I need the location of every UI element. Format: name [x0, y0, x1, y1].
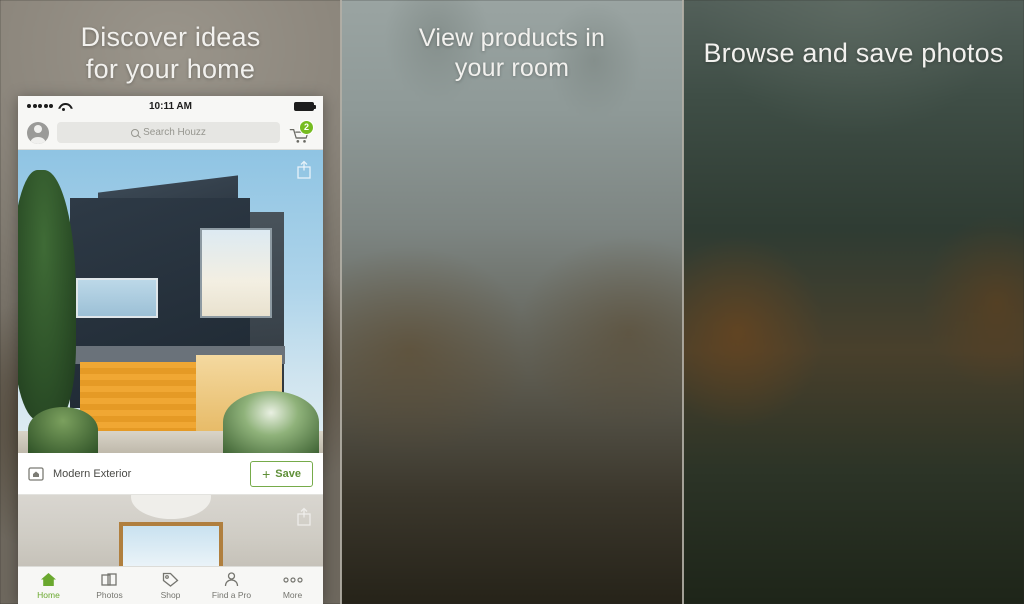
- search-placeholder: Search Houzz: [143, 127, 206, 138]
- panel2-headline: View products in your room: [341, 24, 683, 83]
- panel2-headline-line2: your room: [454, 53, 570, 82]
- search-icon: [131, 128, 140, 137]
- person-icon: [223, 572, 240, 588]
- next-photo-peek[interactable]: [18, 495, 323, 566]
- tab-photos-label: Photos: [96, 589, 123, 600]
- tag-icon: [162, 572, 179, 588]
- shrub-left: [28, 407, 98, 453]
- share-icon[interactable]: [296, 507, 312, 526]
- plus-icon: +: [262, 465, 271, 482]
- tab-shop-label: Shop: [160, 589, 181, 600]
- cart-button-1[interactable]: 2: [288, 119, 314, 145]
- shrub-right: [223, 391, 319, 453]
- panel1-headline-line1: Discover ideas: [80, 22, 261, 52]
- tab-more[interactable]: More: [262, 572, 323, 600]
- phone-mockup-1: 10:11 AM Search Houzz 2 Modern Exterior …: [18, 96, 323, 604]
- tab-shop[interactable]: Shop: [140, 572, 201, 600]
- battery-icon: [294, 101, 316, 111]
- panel1-headline-line2: for your home: [85, 53, 256, 84]
- promo-panel-discover: Discover ideas for your home 10:11 AM Se…: [0, 0, 341, 604]
- user-avatar-icon[interactable]: [27, 121, 49, 144]
- panel3-headline: Browse and save photos: [683, 38, 1024, 70]
- app-navbar-1: Search Houzz 2: [18, 116, 323, 150]
- photos-icon: [101, 572, 118, 588]
- screenshot-triptych: Discover ideas for your home 10:11 AM Se…: [0, 0, 1024, 604]
- panel1-headline: Discover ideas for your home: [0, 22, 341, 86]
- save-button[interactable]: + Save: [250, 460, 313, 487]
- panel3-headline-text: Browse and save photos: [703, 38, 1004, 68]
- peek-window: [118, 522, 223, 566]
- photo-caption-bar: Modern Exterior + Save: [18, 453, 323, 495]
- panel-divider-2: [682, 0, 684, 604]
- tab-bar-1: Home Photos Shop Find a Pro More: [18, 566, 323, 604]
- save-button-label: Save: [275, 467, 301, 480]
- tab-photos[interactable]: Photos: [79, 572, 140, 600]
- tab-home[interactable]: Home: [18, 572, 79, 600]
- search-input[interactable]: Search Houzz: [57, 122, 280, 143]
- hero-photo-modern-exterior[interactable]: [18, 150, 323, 453]
- house-window-lit: [200, 228, 272, 318]
- promo-panel-browse-photos: Browse and save photos 10:11 AM Search H…: [683, 0, 1024, 604]
- status-bar-1: 10:11 AM: [18, 96, 323, 116]
- tab-more-label: More: [282, 589, 303, 600]
- ellipsis-icon: [282, 572, 304, 588]
- panel-divider-1: [340, 0, 342, 604]
- house-window-left: [76, 278, 158, 318]
- tab-home-label: Home: [37, 589, 60, 600]
- home-icon: [40, 572, 57, 588]
- status-time: 10:11 AM: [149, 100, 192, 112]
- promo-panel-view-products: View products in your room S: [341, 0, 683, 604]
- photo-title: Modern Exterior: [53, 467, 132, 480]
- share-icon[interactable]: [296, 160, 312, 179]
- photo-stack-icon: [28, 466, 44, 481]
- panel3-background: [683, 0, 1024, 604]
- tab-find-a-pro-label: Find a Pro: [211, 589, 252, 600]
- panel2-background: [341, 0, 683, 604]
- cart-badge: 2: [299, 119, 314, 135]
- panel2-headline-line1: View products in: [418, 24, 606, 52]
- tab-find-a-pro[interactable]: Find a Pro: [201, 572, 262, 600]
